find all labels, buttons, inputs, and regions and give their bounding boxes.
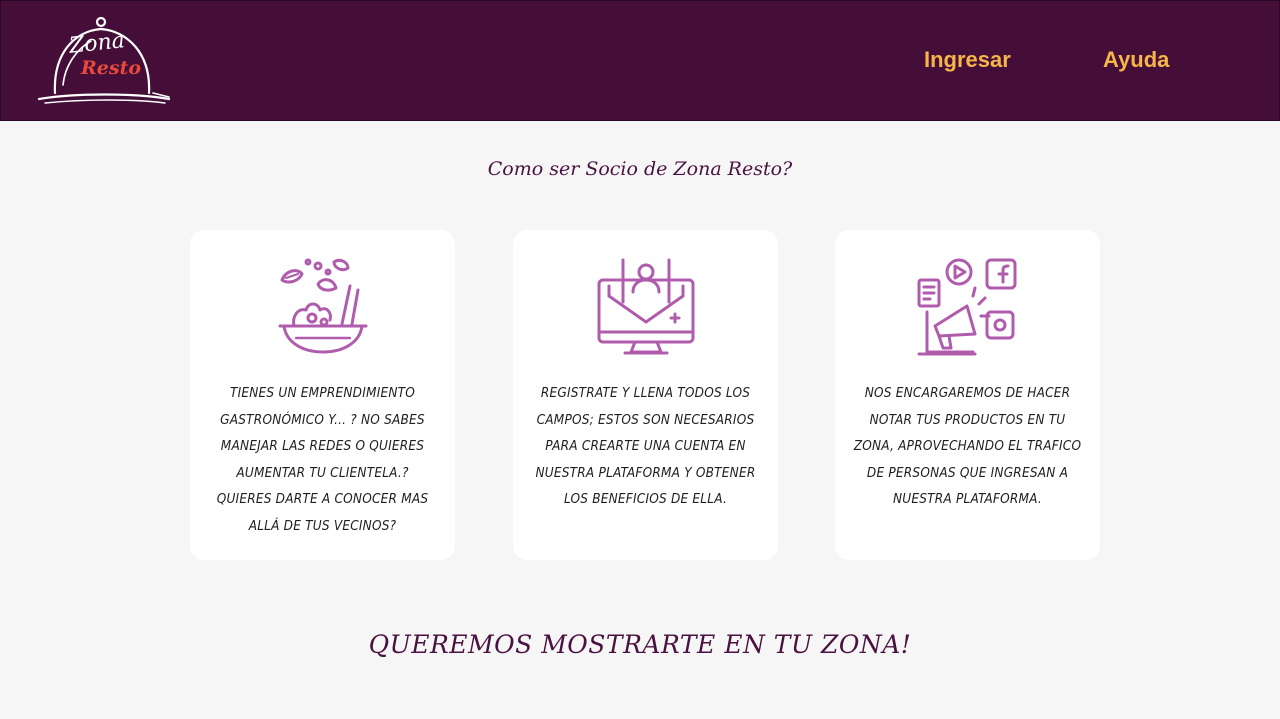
nav-ayuda-link[interactable]: Ayuda [1103,47,1169,73]
section-title: Como ser Socio de Zona Resto? [487,158,793,180]
logo-word-resto: Resto [81,57,142,79]
social-media-marketing-icon [917,256,1019,360]
footer-tagline: QUEREMOS MOSTRARTE EN TU ZONA! [368,630,912,659]
zona-resto-logo[interactable]: Zona Resto [35,13,173,109]
card-text-registro: Registrate y llena todos los campos; est… [535,385,756,507]
info-card-registro: Registrate y llena todos los campos; est… [513,230,778,560]
page: Zona Resto Ingresar Ayuda Como ser Socio… [0,0,1280,719]
header-bar: Zona Resto Ingresar Ayuda [0,0,1280,121]
info-card-promocion: Nos encargaremos de hacer notar tus prod… [835,230,1100,560]
info-card-emprendimiento: Tienes un emprendimiento gastronómico y.… [190,230,455,560]
computer-signup-icon [595,256,697,360]
card-text-promocion: Nos encargaremos de hacer notar tus prod… [853,385,1082,507]
nav-ingresar-link[interactable]: Ingresar [924,47,1011,73]
salad-bowl-icon [272,256,374,360]
card-text-emprendimiento: Tienes un emprendimiento gastronómico y.… [216,385,429,534]
